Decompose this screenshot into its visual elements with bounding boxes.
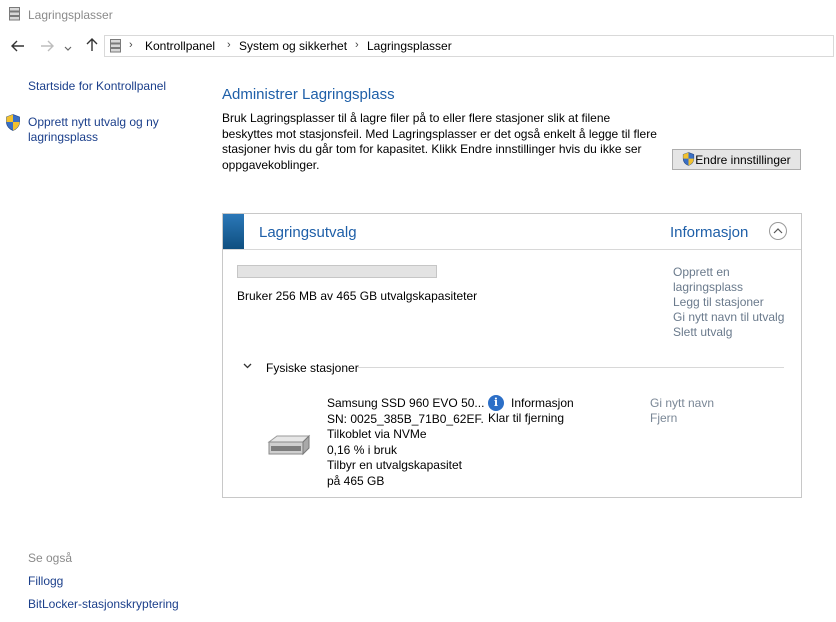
section-divider <box>358 367 784 368</box>
remove-drive-link[interactable]: Fjern <box>650 411 677 425</box>
storage-spaces-icon <box>110 39 121 56</box>
pool-info-label: Informasjon <box>670 224 749 241</box>
pool-title: Lagringsutvalg <box>259 224 357 241</box>
address-bar[interactable]: › Kontrollpanel › System og sikkerhet › … <box>104 35 834 57</box>
physical-drives-toggle[interactable] <box>243 361 252 372</box>
drive-capacity-line-1: Tilbyr en utvalgskapasitet <box>327 458 462 472</box>
capacity-progress-bar <box>237 265 437 278</box>
pool-accent-bar <box>223 214 244 249</box>
forward-button[interactable] <box>37 38 57 56</box>
title-bar: Lagringsplasser <box>0 0 836 30</box>
storage-pool-panel: Lagringsutvalg Informasjon Bruker 256 MB… <box>222 213 802 498</box>
uac-shield-icon <box>683 152 695 166</box>
arrow-right-icon <box>41 40 54 52</box>
page-title: Administrer Lagringsplass <box>222 86 395 103</box>
rename-pool-link[interactable]: Gi nytt navn til utvalg <box>673 310 784 325</box>
change-settings-label: Endre innstillinger <box>695 153 791 167</box>
drive-connection: Tilkoblet via NVMe <box>327 427 427 441</box>
capacity-usage-text: Bruker 256 MB av 465 GB utvalgskapasitet… <box>237 289 478 303</box>
recent-locations-button[interactable] <box>61 38 75 56</box>
breadcrumb-item[interactable]: Kontrollpanel <box>145 39 215 53</box>
add-drives-link[interactable]: Legg til stasjoner <box>673 295 764 310</box>
drive-serial: SN: 0025_385B_71B0_62EF. <box>327 411 484 426</box>
breadcrumb-separator-icon: › <box>227 39 231 51</box>
storage-spaces-icon <box>9 7 20 24</box>
drive-capacity-line-2: på 465 GB <box>327 473 385 488</box>
file-history-link[interactable]: Fillogg <box>28 574 63 588</box>
arrow-left-icon <box>11 40 24 52</box>
uac-shield-icon <box>5 114 21 134</box>
collapse-button[interactable] <box>769 222 787 240</box>
drive-status-detail: Klar til fjerning <box>488 411 565 425</box>
drive-details: Samsung SSD 960 EVO 50... SN: 0025_385B_… <box>327 396 484 489</box>
drive-name: Samsung SSD 960 EVO 50... <box>327 396 485 410</box>
breadcrumb-item[interactable]: System og sikkerhet <box>239 39 347 53</box>
breadcrumb-separator-icon: › <box>129 39 133 51</box>
change-settings-button[interactable]: Endre innstillinger <box>672 149 801 170</box>
chevron-down-icon <box>243 363 252 369</box>
control-panel-home-link[interactable]: Startside for Kontrollpanel <box>28 79 166 93</box>
chevron-up-icon <box>773 228 783 234</box>
delete-pool-link[interactable]: Slett utvalg <box>673 325 732 340</box>
create-storage-space-link[interactable]: Opprett en lagringsplass <box>673 265 783 295</box>
bitlocker-link[interactable]: BitLocker-stasjonskryptering <box>28 597 179 611</box>
create-pool-link[interactable]: Opprett nytt utvalg og ny lagringsplass <box>28 115 188 145</box>
storage-pool-header: Lagringsutvalg Informasjon <box>223 214 801 250</box>
drive-usage: 0,16 % i bruk <box>327 442 398 457</box>
info-icon: i <box>488 395 504 411</box>
up-button[interactable] <box>82 38 102 56</box>
arrow-up-icon <box>86 38 98 51</box>
drive-status-title: Informasjon <box>511 396 574 410</box>
back-button[interactable] <box>8 38 28 56</box>
see-also-heading: Se også <box>28 551 73 565</box>
page-description: Bruk Lagringsplasser til å lagre filer p… <box>222 111 657 172</box>
ssd-drive-icon <box>267 434 311 461</box>
breadcrumb-item[interactable]: Lagringsplasser <box>367 39 452 53</box>
physical-drives-label: Fysiske stasjoner <box>266 361 359 375</box>
chevron-down-icon <box>64 46 72 51</box>
window-title: Lagringsplasser <box>28 8 113 22</box>
breadcrumb-separator-icon: › <box>355 39 359 51</box>
rename-drive-link[interactable]: Gi nytt navn <box>650 396 714 410</box>
